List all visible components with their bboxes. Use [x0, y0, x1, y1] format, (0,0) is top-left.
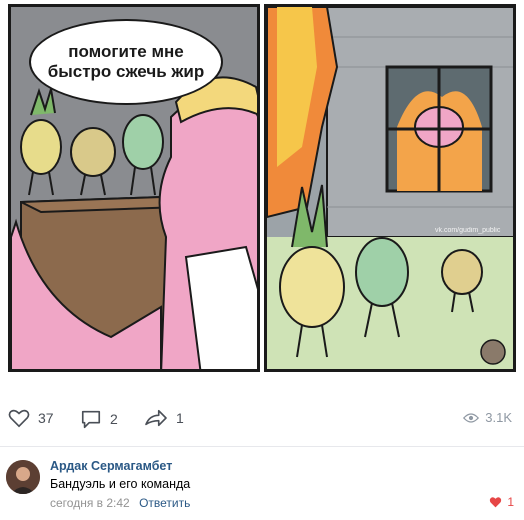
view-count: 3.1K [485, 410, 512, 425]
like-button[interactable]: 37 [8, 408, 54, 428]
watermark: vk.com/gudim_public [435, 227, 501, 234]
share-button[interactable]: 1 [144, 408, 184, 428]
comic-panel-left: помогите мне быстро сжечь жир [8, 4, 260, 372]
speech-bubble: помогите мне быстро сжечь жир [29, 19, 223, 105]
views-counter: 3.1K [463, 410, 512, 425]
comment-author[interactable]: Ардак Сермагамбет [50, 459, 172, 473]
share-arrow-icon [145, 409, 167, 427]
avatar-image [6, 460, 40, 494]
comment-text: Бандуэль и его команда [50, 477, 191, 491]
share-count: 1 [176, 410, 184, 426]
comment-button[interactable]: 2 [80, 408, 118, 430]
comment-meta: сегодня в 2:42 Ответить [50, 496, 190, 510]
post-image[interactable]: помогите мне быстро сжечь жир vk.com/gud… [0, 0, 524, 380]
comment-like-button[interactable]: 1 [489, 495, 514, 509]
eye-icon [463, 412, 480, 423]
reply-link[interactable]: Ответить [139, 496, 190, 510]
comic-art-right [267, 7, 513, 369]
comment-like-count: 1 [507, 495, 514, 509]
divider [0, 446, 524, 447]
comment-item: Ардак Сермагамбет Бандуэль и его команда… [0, 454, 524, 520]
comment-count: 2 [110, 411, 118, 427]
heart-icon [8, 409, 30, 428]
comment-icon [81, 410, 101, 429]
comment-time[interactable]: сегодня в 2:42 [50, 496, 130, 510]
comic-panel-right: vk.com/gudim_public [264, 4, 516, 372]
post-actions: 37 2 1 3.1K [0, 398, 524, 448]
like-count: 37 [38, 410, 54, 426]
avatar[interactable] [6, 460, 40, 494]
heart-filled-icon [490, 497, 502, 508]
speech-line-2: быстро сжечь жир [47, 62, 205, 81]
speech-line-1: помогите мне [68, 42, 184, 61]
